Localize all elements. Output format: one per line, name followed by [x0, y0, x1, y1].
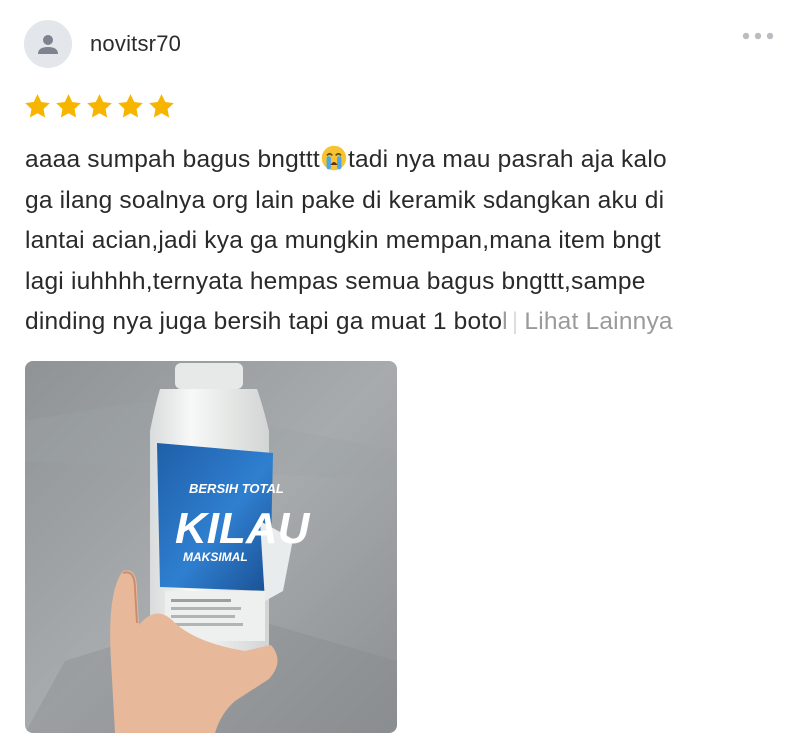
truncated-text: l	[502, 308, 508, 335]
review-photo[interactable]: BERSIH TOTAL KILAU MAKSIMAL	[25, 361, 397, 733]
review-text-segment: tadi nya mau pasrah aja kalo	[347, 146, 667, 173]
product-photo-image: BERSIH TOTAL KILAU MAKSIMAL	[25, 361, 397, 733]
see-more-link[interactable]: Lihat Lainnya	[524, 308, 672, 335]
bottle-brand-name: KILAU	[175, 504, 311, 553]
bottle-brand-tagline: MAKSIMAL	[183, 550, 248, 564]
star-icon	[25, 94, 50, 118]
review-text-segment: aaaa sumpah bagus bngttt	[25, 146, 320, 173]
review-line: lagi iuhhhh,ternyata hempas semua bagus …	[25, 267, 646, 295]
star-rating	[23, 92, 176, 122]
review-line: aaaa sumpah bagus bngttt tadi nya mau pas…	[25, 140, 785, 181]
review-line: ga ilang soalnya org lain pake di kerami…	[25, 186, 665, 214]
review-text: aaaa sumpah bagus bngttt tadi nya mau pas…	[25, 140, 785, 343]
more-options-button[interactable]	[740, 26, 780, 46]
star-icon	[118, 94, 143, 118]
review-text-segment: dinding nya juga bersih tapi ga muat 1 b…	[25, 308, 503, 335]
review-line: dinding nya juga bersih tapi ga muat 1 b…	[25, 302, 785, 343]
crying-face-icon	[321, 145, 347, 171]
username[interactable]: novitsr70	[90, 31, 181, 57]
review-header: novitsr70	[24, 20, 780, 70]
separator: |	[511, 308, 519, 335]
avatar[interactable]	[24, 20, 72, 68]
more-dots-icon	[742, 32, 774, 40]
review-line: lantai acian,jadi kya ga mungkin mempan,…	[25, 227, 661, 254]
star-icon	[149, 94, 174, 118]
star-icon	[56, 94, 81, 118]
star-icon	[87, 94, 112, 118]
bottle-brand-line: BERSIH TOTAL	[189, 481, 284, 496]
user-icon	[24, 20, 72, 68]
